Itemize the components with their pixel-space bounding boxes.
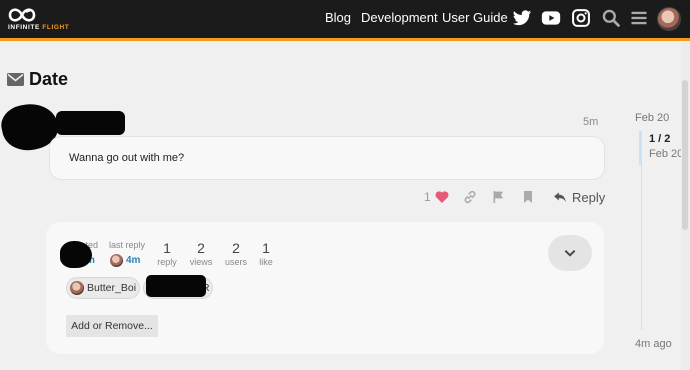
last-reply-label: last reply <box>109 240 146 250</box>
views-label: views <box>189 257 213 267</box>
bookmark-icon[interactable] <box>520 189 536 205</box>
redacted-username <box>56 111 125 135</box>
timeline-start-date[interactable]: Feb 20 <box>635 112 669 124</box>
flag-icon[interactable] <box>491 189 507 205</box>
redacted-participant <box>146 275 206 297</box>
chevron-down-icon <box>564 250 576 257</box>
reply-button[interactable]: Reply <box>553 187 605 207</box>
envelope-icon <box>7 73 24 86</box>
likes-label: like <box>259 257 273 267</box>
last-reply-time[interactable]: 4m <box>126 255 140 266</box>
instagram-icon[interactable] <box>571 8 591 28</box>
users-label: users <box>224 257 247 267</box>
replies-label: reply <box>157 257 177 267</box>
scrollbar-thumb[interactable] <box>682 80 688 230</box>
timeline-position: 1 / 2 <box>649 133 671 145</box>
search-icon[interactable] <box>601 8 621 28</box>
like-count[interactable]: 1 <box>424 190 431 204</box>
current-user-avatar[interactable] <box>657 7 681 31</box>
menu-icon[interactable] <box>629 8 649 28</box>
twitter-icon[interactable] <box>512 8 532 28</box>
participant-name: Butter_Boi <box>87 282 137 294</box>
last-reply-avatar[interactable] <box>110 254 123 267</box>
users-count: 2 <box>232 240 240 256</box>
timeline-handle[interactable] <box>639 131 642 165</box>
heart-icon[interactable] <box>434 189 450 205</box>
nav-blog-link[interactable]: Blog <box>325 10 351 25</box>
post-body: Wanna go out with me? <box>49 136 605 180</box>
nav-development-link[interactable]: Development <box>361 10 438 25</box>
reply-arrow-icon <box>554 192 566 203</box>
views-count: 2 <box>197 240 205 256</box>
participant-chip-butter-boi[interactable]: Butter_Boi <box>66 277 140 299</box>
timeline-position-date: Feb 20 <box>649 148 684 160</box>
logo-text: INFINITE FLIGHT <box>8 24 70 31</box>
post-text: Wanna go out with me? <box>69 152 185 164</box>
participant-avatar <box>70 281 84 295</box>
link-icon[interactable] <box>462 189 478 205</box>
nav-user-guide-link[interactable]: User Guide <box>442 10 508 25</box>
add-or-remove-button[interactable]: Add or Remove... <box>66 315 158 337</box>
timeline-track[interactable] <box>641 165 642 330</box>
reply-label: Reply <box>572 189 606 205</box>
site-header: INFINITE FLIGHT Blog Development User Gu… <box>0 0 690 41</box>
post-time[interactable]: 5m <box>583 116 598 128</box>
youtube-icon[interactable] <box>540 8 562 28</box>
redacted-created-avatar <box>60 241 92 268</box>
replies-count: 1 <box>163 240 171 256</box>
likes-count: 1 <box>262 240 270 256</box>
expand-topic-map-button[interactable] <box>548 235 592 271</box>
timeline-end[interactable]: 4m ago <box>635 338 672 350</box>
page-title: Date <box>29 69 69 89</box>
